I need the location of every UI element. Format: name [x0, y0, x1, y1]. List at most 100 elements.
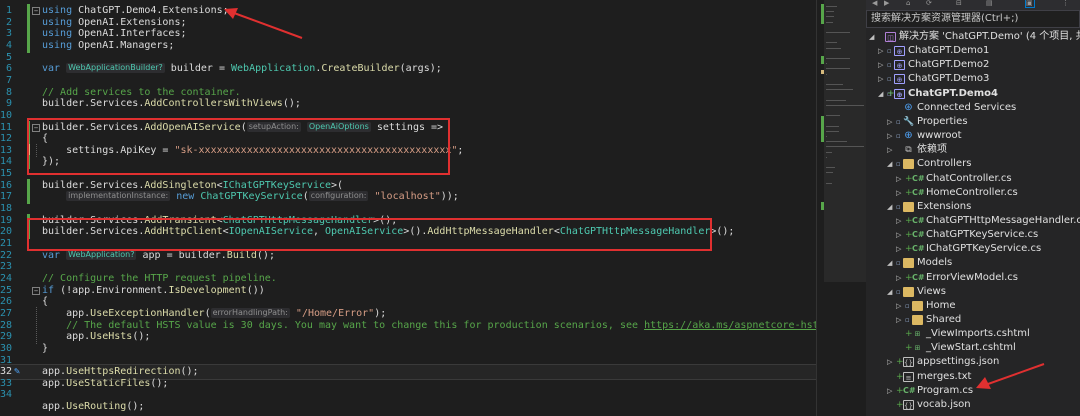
- minimap-change-marker: [821, 56, 824, 64]
- tree-item-label: vocab.json: [917, 398, 971, 410]
- tree-item[interactable]: ▷ +{} appsettings.json: [866, 355, 1080, 369]
- inlay-hint: OpenAiOptions: [306, 121, 371, 132]
- tree-item-label: merges.txt: [917, 370, 972, 382]
- collapsed-chevron-icon[interactable]: ▷: [878, 44, 886, 58]
- minimap-change-marker: [821, 4, 824, 24]
- collapsed-chevron-icon[interactable]: ▷: [896, 242, 904, 256]
- tree-item[interactable]: ▷ ▫ ⊕ wwwroot: [866, 129, 1080, 143]
- preview-selected-icon[interactable]: ▣: [1025, 0, 1035, 8]
- collapsed-chevron-icon[interactable]: ▷: [887, 355, 895, 369]
- code-token: ChatGPT.Demo4.Extensions;: [78, 5, 229, 16]
- collapsed-chevron-icon[interactable]: ▷: [896, 299, 904, 313]
- explorer-toolbar: ◀ ▶ ⌂ ⟳ ⊟ ▤ ▣ ⋮: [866, 0, 1080, 10]
- collapsed-chevron-icon[interactable]: ▷: [887, 129, 895, 143]
- tree-item[interactable]: ▷ ▫ Home: [866, 299, 1080, 313]
- tree-item[interactable]: ⊛ Connected Services: [866, 101, 1080, 115]
- tree-item[interactable]: ◢ ▫ Views: [866, 285, 1080, 299]
- tree-item[interactable]: ◢ + ▫ ⊕ ChatGPT.Demo4: [866, 87, 1080, 101]
- code-token: using: [42, 39, 79, 51]
- tree-item[interactable]: ▷ + C# ChatController.cs: [866, 172, 1080, 186]
- hyperlink[interactable]: https://aka.ms/aspnetcore-hsts: [644, 320, 816, 331]
- indent-guide: [36, 144, 37, 158]
- show-all-files-icon[interactable]: ▤: [986, 0, 994, 7]
- tree-item[interactable]: ▷ ▫ ⊕ ChatGPT.Demo3: [866, 72, 1080, 86]
- tree-item-label: _ViewStart.cshtml: [926, 342, 1016, 354]
- back-icon[interactable]: ◀: [872, 0, 880, 7]
- forward-icon[interactable]: ▶: [884, 0, 892, 7]
- expanded-chevron-icon[interactable]: ◢: [887, 200, 895, 214]
- code-token: AddControllersWithViews: [144, 98, 283, 110]
- tree-item[interactable]: ▷ + C# IChatGPTKeyService.cs: [866, 242, 1080, 256]
- properties-icon[interactable]: ⋮: [1062, 0, 1070, 7]
- tree-item-label: Models: [917, 257, 953, 269]
- code-token: Build: [226, 249, 257, 261]
- code-token: AddSingleton: [144, 179, 217, 191]
- tree-item[interactable]: ◢ ▫ Controllers: [866, 157, 1080, 171]
- tree-item[interactable]: ▷ + C# HomeController.cs: [866, 186, 1080, 200]
- tree-item[interactable]: ◢ ◫解决方案 'ChatGPT.Demo' (4 个项目, 共 4 个: [866, 30, 1080, 44]
- code-token: {: [42, 133, 49, 145]
- collapsed-chevron-icon[interactable]: ▷: [896, 313, 904, 327]
- collapsed-chevron-icon[interactable]: ▷: [896, 228, 904, 242]
- project-icon: ⊕: [894, 46, 905, 57]
- code-token: AddHttpClient: [144, 226, 223, 238]
- tree-item[interactable]: ◢ ▫ Extensions: [866, 200, 1080, 214]
- tree-item[interactable]: ▷ ▫ ⊕ ChatGPT.Demo2: [866, 58, 1080, 72]
- tree-item[interactable]: ▷ ▫ 🔧 Properties: [866, 115, 1080, 129]
- sync-icon[interactable]: ⟳: [926, 0, 934, 7]
- collapsed-chevron-icon[interactable]: ▷: [878, 58, 886, 72]
- tree-item[interactable]: + ⊞ _ViewImports.cshtml: [866, 327, 1080, 341]
- minimap-line: [826, 47, 841, 49]
- collapsed-chevron-icon[interactable]: ▷: [887, 143, 895, 157]
- editor-minimap[interactable]: [816, 0, 866, 416]
- tree-item[interactable]: + ≡ merges.txt: [866, 370, 1080, 384]
- tree-item[interactable]: ▷ ▫ Shared: [866, 313, 1080, 327]
- tree-item[interactable]: ▷ + C# ChatGPTKeyService.cs: [866, 228, 1080, 242]
- collapse-region-icon[interactable]: −: [32, 123, 40, 132]
- code-token: IsDevelopment: [168, 284, 247, 296]
- collapse-region-icon[interactable]: −: [32, 286, 40, 295]
- code-token: WebApplication: [231, 63, 316, 75]
- tree-item[interactable]: ◢ ▫ Models: [866, 256, 1080, 270]
- tree-item[interactable]: +{} vocab.json: [866, 398, 1080, 412]
- code-token: (!app.Environment.: [60, 284, 169, 296]
- lock-icon: ▫: [896, 287, 901, 296]
- explorer-search-input[interactable]: 搜索解决方案资源管理器(Ctrl+;): [866, 10, 1080, 28]
- collapsed-chevron-icon[interactable]: ▷: [896, 214, 904, 228]
- tree-item-label: ChatGPT.Demo4: [908, 87, 998, 99]
- inlay-hint: configuration:: [308, 191, 369, 202]
- minimap-line: [826, 104, 864, 106]
- folder-icon: [903, 201, 914, 212]
- expanded-chevron-icon[interactable]: ◢: [887, 256, 895, 270]
- collapse-all-icon[interactable]: ⊟: [956, 0, 964, 7]
- home-icon[interactable]: ⌂: [906, 0, 914, 7]
- collapsed-chevron-icon[interactable]: ▷: [878, 72, 886, 86]
- code-token: UseHsts: [90, 331, 133, 343]
- code-token: UseHttpsRedirection: [66, 366, 181, 378]
- csharp-file-icon: C#: [912, 187, 925, 197]
- collapsed-chevron-icon[interactable]: ▷: [887, 115, 895, 129]
- folder-icon: [903, 258, 914, 269]
- collapsed-chevron-icon[interactable]: ▷: [887, 384, 895, 398]
- json-file-icon: {}: [903, 399, 914, 410]
- expanded-chevron-icon[interactable]: ◢: [869, 30, 877, 44]
- collapsed-chevron-icon[interactable]: ▷: [896, 172, 904, 186]
- tree-item[interactable]: ▷ ⧉ 依赖项: [866, 143, 1080, 157]
- expanded-chevron-icon[interactable]: ◢: [887, 285, 895, 299]
- tree-item[interactable]: ▷ + C# Program.cs: [866, 384, 1080, 398]
- code-token: ChatGPTHttpMessageHandler: [222, 214, 374, 226]
- collapse-region-icon[interactable]: −: [32, 7, 40, 15]
- collapsed-chevron-icon[interactable]: ▷: [896, 271, 904, 285]
- code-token: (: [302, 191, 309, 203]
- expanded-chevron-icon[interactable]: ◢: [878, 87, 886, 101]
- code-token: builder.Services.: [42, 214, 145, 226]
- expanded-chevron-icon[interactable]: ◢: [887, 157, 895, 171]
- collapsed-chevron-icon[interactable]: ▷: [896, 186, 904, 200]
- tree-item[interactable]: ▷ ▫ ⊕ ChatGPT.Demo1: [866, 44, 1080, 58]
- tree-item[interactable]: ▷ + C# ErrorViewModel.cs: [866, 271, 1080, 285]
- code-line[interactable]: app.UseRouting();: [0, 400, 816, 414]
- tree-item[interactable]: ▷ + C# ChatGPTHttpMessageHandler.cs: [866, 214, 1080, 228]
- tree-item[interactable]: + ⊞ _ViewStart.cshtml: [866, 341, 1080, 355]
- code-editor[interactable]: 1− using ChatGPT.Demo4.Extensions; 2 using …: [0, 0, 816, 416]
